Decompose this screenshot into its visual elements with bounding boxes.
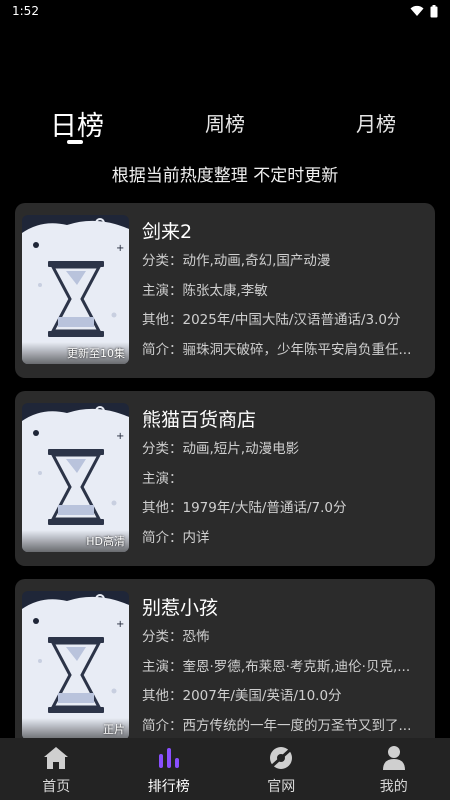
home-icon bbox=[42, 744, 70, 772]
item-intro: 简介：西方传统的一年一度的万圣节又到了... bbox=[142, 717, 412, 734]
ranking-list: + + 更新至10集 剑来2 分类：动作,动画,奇幻,国产动漫 主演：陈张太康,… bbox=[15, 203, 435, 738]
quality-badge: 正片 bbox=[103, 723, 125, 736]
svg-text:+: + bbox=[116, 431, 124, 442]
tab-monthly[interactable]: 月榜 bbox=[356, 108, 396, 137]
poster-image[interactable]: + + 正片 bbox=[22, 591, 129, 738]
tab-weekly[interactable]: 周榜 bbox=[205, 108, 245, 137]
item-other: 其他：1979年/大陆/普通话/7.0分 bbox=[142, 500, 347, 516]
item-category: 分类：动画,短片,动漫电影 bbox=[142, 441, 300, 457]
list-item[interactable]: + + HD高清 熊猫百货商店 分类：动画,短片,动漫电影 主演： 其他：197… bbox=[15, 391, 435, 566]
item-info: 别惹小孩 分类：恐怖 主演：奎恩·罗德,布莱恩·考克斯,迪伦·贝克,... 其他… bbox=[142, 593, 427, 738]
svg-text:+: + bbox=[56, 597, 65, 610]
list-item[interactable]: + + 正片 别惹小孩 分类：恐怖 主演：奎恩·罗德,布莱恩·考克斯,迪伦·贝克… bbox=[15, 579, 435, 738]
item-title: 熊猫百货商店 bbox=[142, 409, 257, 431]
poster-image[interactable]: + + HD高清 bbox=[22, 403, 129, 552]
item-cast: 主演：奎恩·罗德,布莱恩·考克斯,迪伦·贝克,... bbox=[142, 658, 411, 675]
nav-home[interactable]: 首页 bbox=[0, 738, 113, 800]
bottom-nav: 首页 排行榜 官网 我的 bbox=[0, 738, 450, 800]
item-category: 分类：动作,动画,奇幻,国产动漫 bbox=[142, 253, 331, 269]
item-info: 剑来2 分类：动作,动画,奇幻,国产动漫 主演：陈张太康,李敏 其他：2025年… bbox=[142, 217, 427, 365]
item-cast: 主演： bbox=[142, 470, 183, 487]
item-other: 其他：2025年/中国大陆/汉语普通话/3.0分 bbox=[142, 312, 401, 328]
item-title: 剑来2 bbox=[142, 221, 193, 243]
nav-website-label: 官网 bbox=[267, 779, 296, 795]
nav-home-label: 首页 bbox=[42, 779, 71, 795]
poster-image[interactable]: + + 更新至10集 bbox=[22, 215, 129, 364]
ranking-icon bbox=[155, 744, 183, 772]
svg-text:+: + bbox=[116, 619, 124, 630]
ranking-tabs: 日榜 周榜 月榜 bbox=[0, 100, 450, 150]
svg-text:+: + bbox=[56, 409, 65, 422]
list-item[interactable]: + + 更新至10集 剑来2 分类：动作,动画,奇幻,国产动漫 主演：陈张太康,… bbox=[15, 203, 435, 378]
status-bar: 1:52 bbox=[0, 0, 450, 22]
nav-ranking[interactable]: 排行榜 bbox=[113, 738, 226, 800]
item-info: 熊猫百货商店 分类：动画,短片,动漫电影 主演： 其他：1979年/大陆/普通话… bbox=[142, 405, 427, 553]
quality-badge: HD高清 bbox=[86, 535, 125, 548]
hourglass-placeholder-icon: + + bbox=[22, 594, 129, 738]
item-title: 别惹小孩 bbox=[142, 597, 219, 619]
nav-profile[interactable]: 我的 bbox=[338, 738, 450, 800]
website-icon bbox=[267, 744, 295, 772]
episode-badge: 更新至10集 bbox=[67, 347, 125, 360]
svg-text:+: + bbox=[56, 221, 65, 234]
wifi-icon bbox=[410, 5, 424, 16]
item-cast: 主演：陈张太康,李敏 bbox=[142, 282, 268, 299]
nav-ranking-label: 排行榜 bbox=[147, 779, 190, 795]
ranking-subtitle: 根据当前热度整理 不定时更新 bbox=[111, 166, 339, 186]
profile-icon bbox=[380, 744, 408, 772]
tab-indicator bbox=[67, 140, 83, 144]
item-category: 分类：恐怖 bbox=[142, 629, 210, 645]
item-intro: 简介：内详 bbox=[142, 529, 210, 546]
item-other: 其他：2007年/美国/英语/10.0分 bbox=[142, 688, 342, 704]
tab-daily[interactable]: 日榜 bbox=[50, 104, 104, 143]
battery-icon bbox=[430, 4, 438, 17]
status-time: 1:52 bbox=[12, 4, 39, 18]
nav-website[interactable]: 官网 bbox=[225, 738, 338, 800]
nav-profile-label: 我的 bbox=[379, 779, 408, 795]
item-intro: 简介：骊珠洞天破碎，少年陈平安肩负重任... bbox=[142, 341, 412, 358]
status-icons bbox=[410, 4, 438, 18]
svg-text:+: + bbox=[116, 243, 124, 254]
